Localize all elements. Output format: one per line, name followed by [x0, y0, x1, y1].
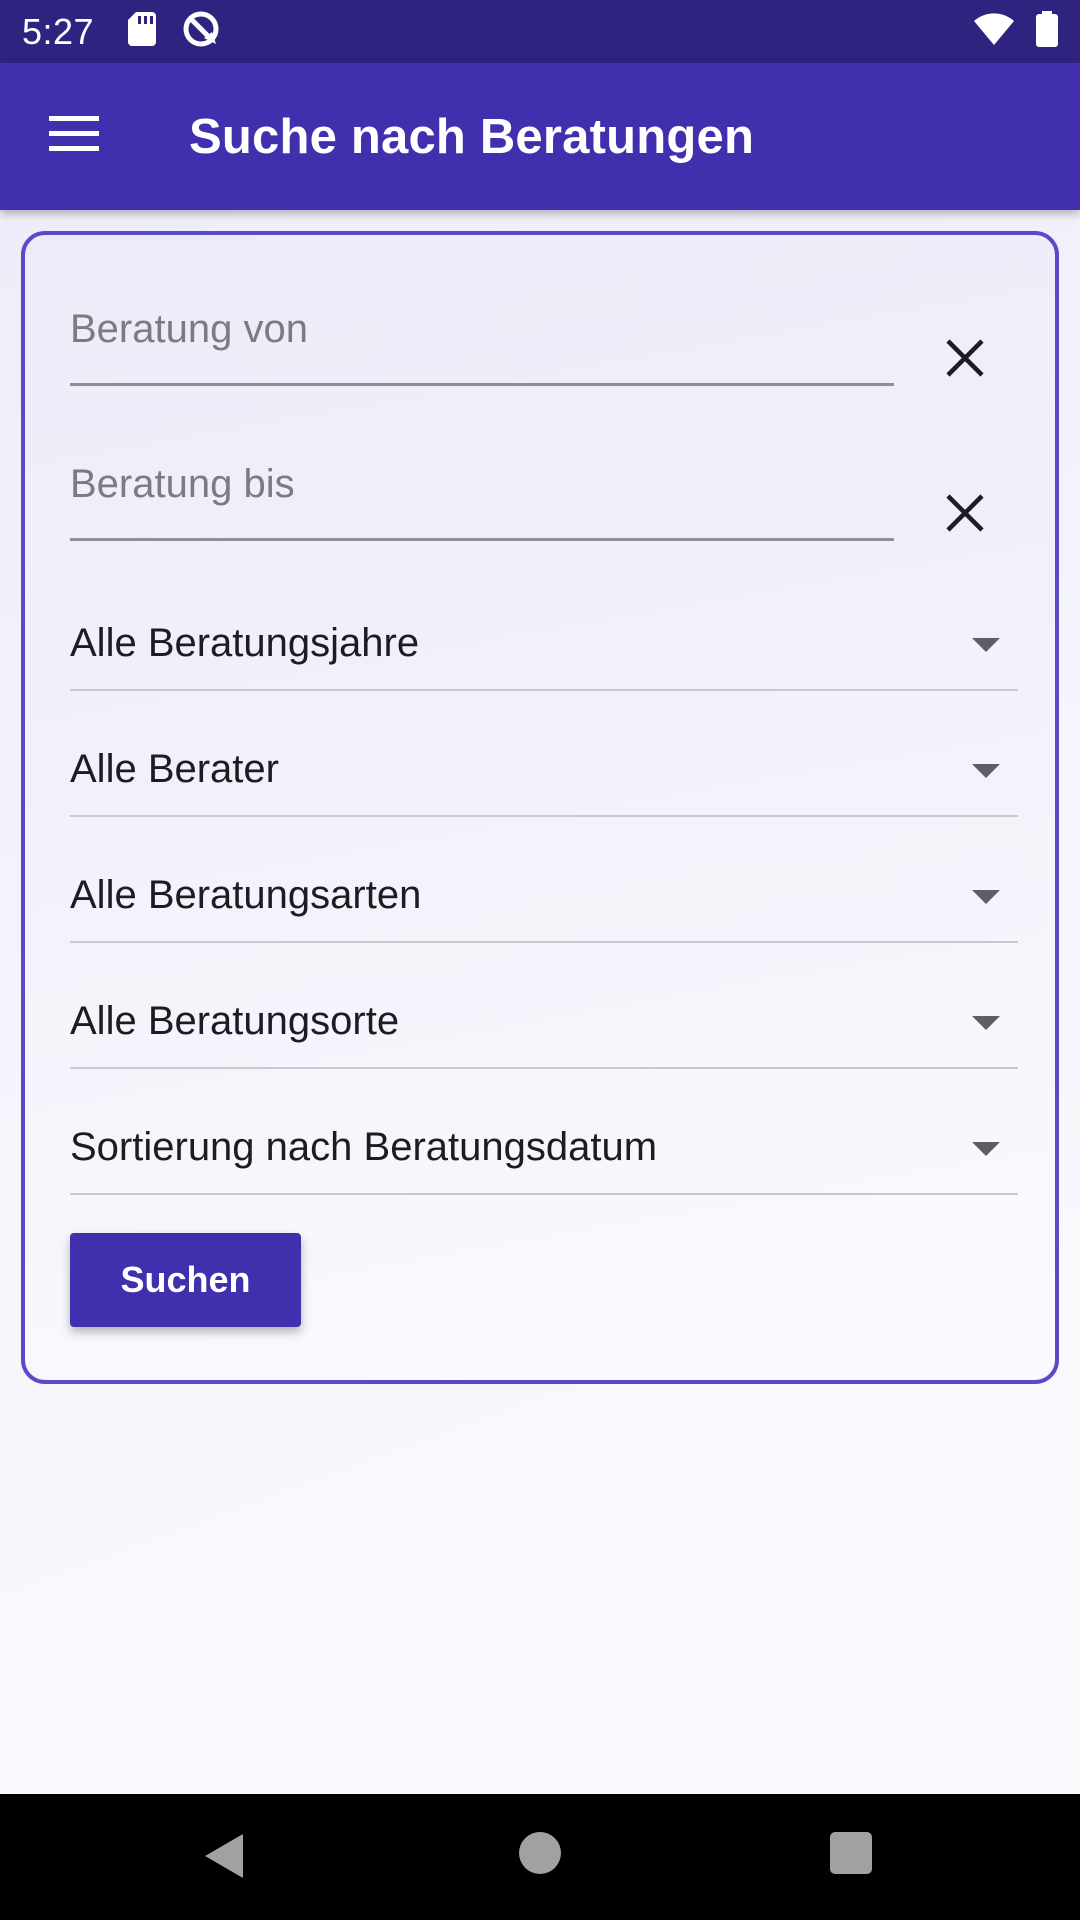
dropdown-arrow-icon	[972, 1142, 1000, 1156]
sort-dropdown[interactable]: Sortierung nach Beratungsdatum	[70, 1091, 1018, 1195]
advisors-dropdown-label: Alle Berater	[70, 746, 279, 791]
battery-icon	[1036, 11, 1058, 52]
clear-date-to-button[interactable]	[930, 480, 1000, 550]
date-from-input[interactable]	[70, 268, 894, 383]
years-dropdown-label: Alle Beratungsjahre	[70, 620, 420, 665]
dropdown-arrow-icon	[972, 890, 1000, 904]
status-icons-left	[128, 10, 220, 53]
home-button[interactable]	[519, 1832, 561, 1874]
navigation-bar	[0, 1794, 1080, 1920]
recent-apps-button[interactable]	[830, 1832, 872, 1874]
status-icons-right	[974, 11, 1058, 52]
close-icon	[945, 338, 985, 383]
advisors-dropdown[interactable]: Alle Berater	[70, 713, 1018, 817]
types-dropdown-label: Alle Beratungsarten	[70, 872, 422, 917]
clear-date-from-button[interactable]	[930, 325, 1000, 395]
search-form-card: Alle Beratungsjahre Alle Berater Alle Be…	[21, 231, 1059, 1384]
app-bar: Suche nach Beratungen	[0, 63, 1080, 210]
status-bar: 5:27	[0, 0, 1080, 63]
dropdown-arrow-icon	[972, 764, 1000, 778]
status-time: 5:27	[22, 10, 95, 52]
dropdown-arrow-icon	[972, 638, 1000, 652]
close-icon	[945, 493, 985, 538]
dropdown-arrow-icon	[972, 1016, 1000, 1030]
page-title: Suche nach Beratungen	[189, 109, 755, 164]
wifi-icon	[974, 13, 1014, 50]
locations-dropdown[interactable]: Alle Beratungsorte	[70, 965, 1018, 1069]
menu-button[interactable]	[0, 63, 147, 210]
sync-disabled-icon	[182, 10, 220, 53]
sd-card-icon	[128, 12, 157, 51]
date-to-field	[70, 423, 894, 541]
back-button[interactable]	[205, 1834, 245, 1883]
screen: 5:27 Suche nach Beratungen Beratung von …	[0, 0, 1080, 1920]
types-dropdown[interactable]: Alle Beratungsarten	[70, 839, 1018, 943]
date-from-field	[70, 268, 894, 386]
menu-icon	[48, 116, 99, 157]
locations-dropdown-label: Alle Beratungsorte	[70, 998, 400, 1043]
search-button[interactable]: Suchen	[70, 1233, 301, 1327]
years-dropdown[interactable]: Alle Beratungsjahre	[70, 587, 1018, 691]
sort-dropdown-label: Sortierung nach Beratungsdatum	[70, 1124, 658, 1169]
date-to-input[interactable]	[70, 423, 894, 538]
